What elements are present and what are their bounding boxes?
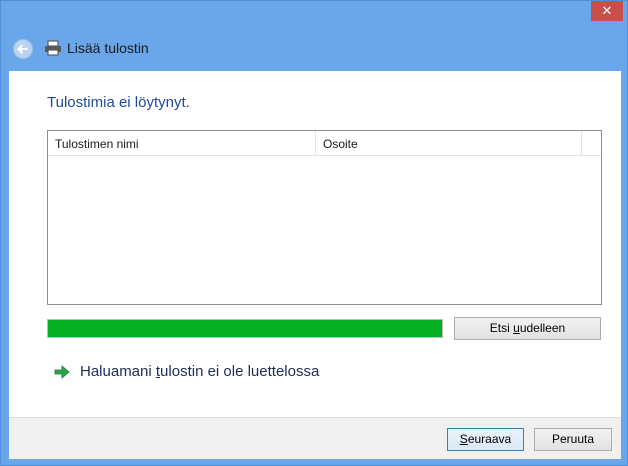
link-text-b: ulostin ei ole luettelossa bbox=[160, 363, 320, 380]
printer-list[interactable]: Tulostimen nimi Osoite bbox=[47, 130, 602, 305]
window-title: Lisää tulostin bbox=[67, 40, 149, 56]
button-bar: Seuraava Peruuta bbox=[9, 417, 621, 459]
missing-printer-link-text[interactable]: Haluamani tulostin ei ole luettelossa bbox=[80, 363, 319, 380]
search-again-label-b: udelleen bbox=[519, 321, 566, 335]
cancel-button[interactable]: Peruuta bbox=[534, 428, 612, 451]
column-header-printer-name[interactable]: Tulostimen nimi bbox=[48, 131, 316, 155]
green-arrow-icon bbox=[54, 365, 70, 379]
next-button[interactable]: Seuraava bbox=[447, 428, 524, 451]
back-arrow-icon bbox=[17, 44, 28, 54]
search-progress-bar bbox=[47, 319, 443, 338]
column-header-address[interactable]: Osoite bbox=[316, 131, 582, 155]
close-icon: ✕ bbox=[601, 3, 613, 18]
page-heading: Tulostimia ei löytynyt. bbox=[47, 94, 190, 111]
search-again-label-a: Etsi bbox=[489, 321, 514, 335]
printer-icon bbox=[45, 40, 61, 56]
close-button[interactable]: ✕ bbox=[591, 1, 623, 21]
content-area: Tulostimia ei löytynyt. Tulostimen nimi … bbox=[9, 71, 621, 417]
next-label-rest: euraava bbox=[467, 432, 512, 446]
back-button[interactable] bbox=[13, 39, 33, 59]
add-printer-window: ✕ Lisää tulostin Tulostimia ei löytynyt.… bbox=[0, 0, 628, 466]
link-text-a: Haluamani bbox=[80, 363, 156, 380]
list-header: Tulostimen nimi Osoite bbox=[48, 131, 601, 156]
search-again-button[interactable]: Etsi uudelleen bbox=[454, 317, 601, 340]
search-again-label-key: u bbox=[513, 321, 520, 335]
progress-fill bbox=[48, 320, 442, 337]
next-label-key: S bbox=[459, 432, 468, 446]
